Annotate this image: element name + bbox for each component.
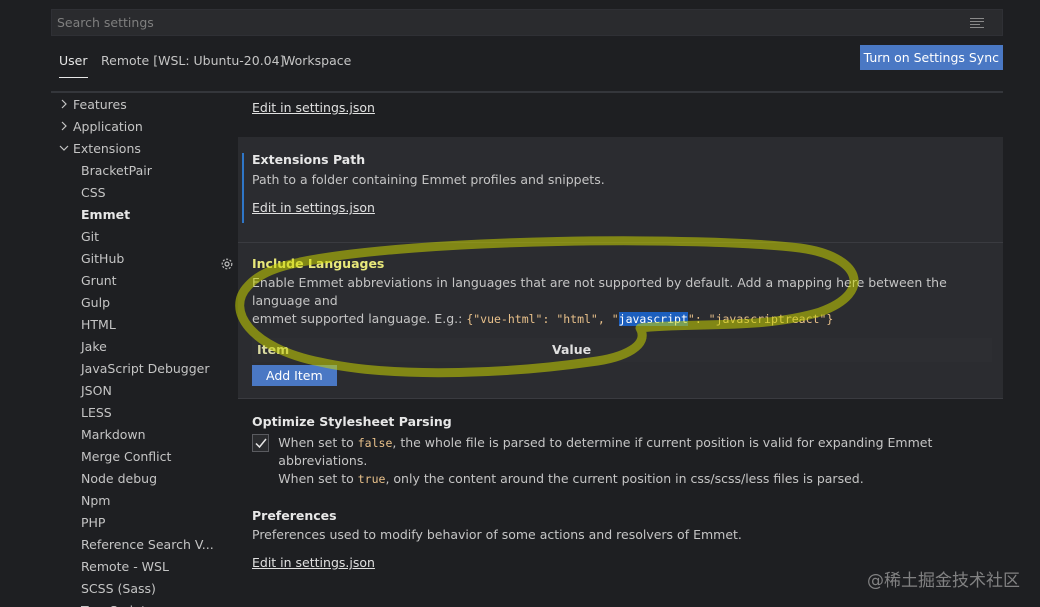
settings-content: Edit in settings.json Extensions Path Pa… xyxy=(238,93,1003,607)
setting-include-languages: Include Languages Enable Emmet abbreviat… xyxy=(238,242,1003,399)
column-header-value: Value xyxy=(552,342,592,357)
toc-ext-item[interactable]: Npm xyxy=(55,489,235,511)
settings-tabs: User Remote [WSL: Ubuntu-20.04] Workspac… xyxy=(51,45,1003,93)
toc-ext-item[interactable]: JavaScript Debugger xyxy=(55,357,235,379)
filter-icon[interactable] xyxy=(970,15,990,31)
example-code: ": "javascriptreact"} xyxy=(687,312,834,326)
toc-label: Application xyxy=(73,118,143,134)
tab-user[interactable]: User xyxy=(59,53,88,78)
toc-ext-item[interactable]: Merge Conflict xyxy=(55,445,235,467)
toc-application[interactable]: Application xyxy=(55,115,235,137)
toc-ext-item[interactable]: GitHub xyxy=(55,247,235,269)
toc-ext-item[interactable]: Reference Search V... xyxy=(55,533,235,555)
description-text: When set to xyxy=(278,471,358,486)
tab-workspace[interactable]: Workspace xyxy=(283,53,351,68)
toc-ext-item[interactable]: HTML xyxy=(55,313,235,335)
toc-ext-item[interactable]: TypeScript xyxy=(55,599,235,607)
toc-ext-item[interactable]: JSON xyxy=(55,379,235,401)
toc-extensions[interactable]: Extensions xyxy=(55,137,235,159)
search-bar[interactable] xyxy=(51,9,1003,36)
checkmark-icon xyxy=(255,438,267,449)
description-text: When set to xyxy=(278,435,358,450)
setting-extensions-path: Extensions Path Path to a folder contain… xyxy=(238,137,1003,242)
checkbox[interactable] xyxy=(252,434,270,452)
description-text: , only the content around the current po… xyxy=(385,471,864,486)
inline-code: false xyxy=(357,436,393,450)
toc-ext-item[interactable]: Remote - WSL xyxy=(55,555,235,577)
setting-description: Enable Emmet abbreviations in languages … xyxy=(252,274,992,328)
setting-optimize-stylesheet-parsing: Optimize Stylesheet Parsing When set to … xyxy=(238,412,1003,492)
setting-title: Preferences xyxy=(252,508,337,523)
description-line: Enable Emmet abbreviations in languages … xyxy=(252,275,947,308)
watermark: @稀土掘金技术社区 xyxy=(867,571,1020,591)
search-input[interactable] xyxy=(57,15,970,30)
toc-ext-item[interactable]: Markdown xyxy=(55,423,235,445)
description-line: emmet supported language. E.g.: {"vue-ht… xyxy=(252,310,992,328)
edit-in-settings-json-link[interactable]: Edit in settings.json xyxy=(252,555,375,570)
inline-code: true xyxy=(357,472,386,486)
toc-label: Extensions xyxy=(73,140,141,156)
toc-ext-item[interactable]: Grunt xyxy=(55,269,235,291)
setting-description: When set to false, the whole file is par… xyxy=(278,434,992,488)
toc-ext-item[interactable]: PHP xyxy=(55,511,235,533)
toc-ext-item[interactable]: Node debug xyxy=(55,467,235,489)
focus-indicator xyxy=(242,153,244,223)
tab-remote-wsl[interactable]: Remote [WSL: Ubuntu-20.04] xyxy=(101,53,284,68)
setting-title: Include Languages xyxy=(252,256,385,271)
description-text: emmet supported language. E.g.: xyxy=(252,311,467,326)
setting-gear-icon[interactable] xyxy=(220,257,234,271)
toc-ext-item-selected[interactable]: Emmet xyxy=(55,203,235,225)
setting-description: Preferences used to modify behavior of s… xyxy=(252,527,742,542)
toc-label: Features xyxy=(73,96,127,112)
chevron-down-icon xyxy=(55,143,73,153)
add-item-button[interactable]: Add Item xyxy=(252,365,337,386)
list-header: Item Value xyxy=(252,338,992,362)
chevron-right-icon xyxy=(55,99,73,109)
turn-on-settings-sync-button[interactable]: Turn on Settings Sync xyxy=(859,45,1003,70)
toc-ext-item[interactable]: CSS xyxy=(55,181,235,203)
setting-title: Extensions Path xyxy=(252,152,366,167)
toc-features[interactable]: Features xyxy=(55,93,235,115)
highlighted-code: javascript xyxy=(618,312,688,326)
toc-ext-item[interactable]: Gulp xyxy=(55,291,235,313)
example-code: {"vue-html": "html", " xyxy=(466,312,619,326)
toc-ext-item[interactable]: BracketPair xyxy=(55,159,235,181)
chevron-right-icon xyxy=(55,121,73,131)
toc-ext-item[interactable]: Jake xyxy=(55,335,235,357)
toc-ext-item[interactable]: SCSS (Sass) xyxy=(55,577,235,599)
description-line: When set to true, only the content aroun… xyxy=(278,470,992,488)
settings-toc: Features Application Extensions BracketP… xyxy=(55,93,235,607)
toc-ext-item[interactable]: Git xyxy=(55,225,235,247)
setting-title: Optimize Stylesheet Parsing xyxy=(252,414,452,429)
setting-description: Path to a folder containing Emmet profil… xyxy=(252,172,605,187)
column-header-item: Item xyxy=(257,342,290,357)
description-line: When set to false, the whole file is par… xyxy=(278,434,992,470)
edit-in-settings-json-link[interactable]: Edit in settings.json xyxy=(252,200,375,215)
edit-in-settings-json-link[interactable]: Edit in settings.json xyxy=(252,100,375,115)
toc-ext-item[interactable]: LESS xyxy=(55,401,235,423)
